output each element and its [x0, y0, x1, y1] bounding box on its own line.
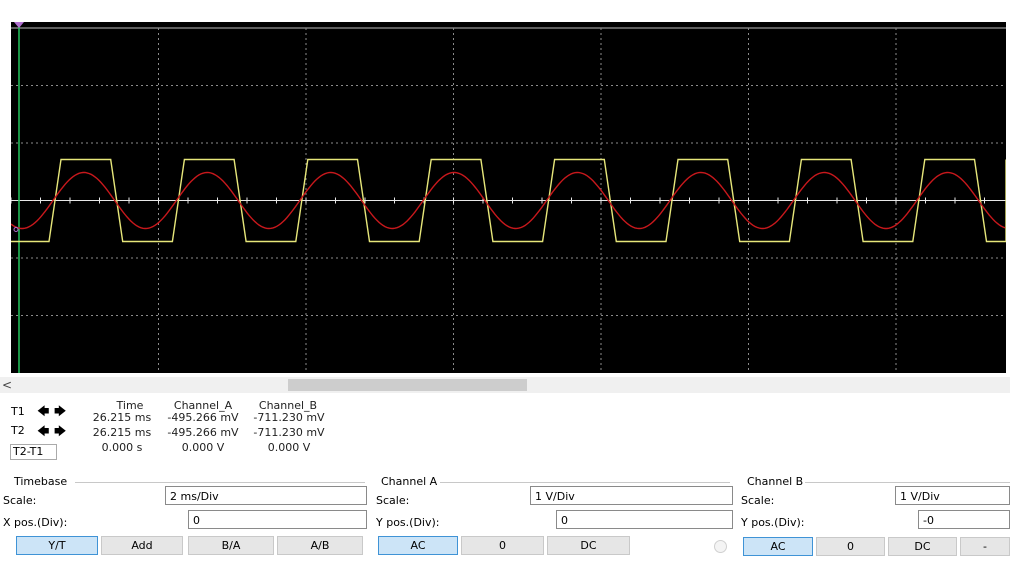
t2-time: 26.215 ms — [92, 426, 152, 439]
channel-a-scale-label: Scale: — [376, 494, 410, 507]
oscilloscope-screen — [11, 22, 1006, 373]
yt-button[interactable]: Y/T — [16, 536, 98, 555]
trigger-marker-icon — [13, 227, 19, 232]
channel-a-zero-button[interactable]: 0 — [461, 536, 544, 555]
t2-t1-label: T2-T1 — [13, 445, 44, 458]
timebase-scale-label: Scale: — [3, 494, 37, 507]
channel-b-ypos-field[interactable]: -0 — [918, 510, 1010, 529]
channel-b-scale-field[interactable]: 1 V/Div — [895, 486, 1010, 505]
channel-b-scale-label: Scale: — [741, 494, 775, 507]
channel-b-zero-button[interactable]: 0 — [816, 537, 885, 556]
cursor-t1-marker-icon — [14, 22, 24, 28]
t2-channel-b: -711.230 mV — [253, 426, 325, 439]
channel-b-title: Channel B — [747, 475, 804, 488]
t1-label: T1 — [11, 405, 25, 418]
channel-b-ac-button[interactable]: AC — [743, 537, 813, 556]
scroll-left-arrow-icon[interactable]: < — [2, 377, 16, 393]
channel-a-dc-button[interactable]: DC — [547, 536, 630, 555]
timebase-title: Timebase — [14, 475, 68, 488]
channel-b-divider — [805, 482, 1010, 483]
a-over-b-button[interactable]: A/B — [277, 536, 363, 555]
channel-b-dc-button[interactable]: DC — [888, 537, 957, 556]
channel-a-scale-field[interactable]: 1 V/Div — [530, 486, 733, 505]
channel-a-ypos-label: Y pos.(Div): — [376, 516, 440, 529]
b-over-a-button[interactable]: B/A — [188, 536, 274, 555]
t2-t1-channel-a: 0.000 V — [181, 441, 225, 454]
waveform-display — [11, 22, 1006, 373]
t1-time: 26.215 ms — [92, 411, 152, 424]
t2-channel-a: -495.266 mV — [167, 426, 239, 439]
channel-a-ac-button[interactable]: AC — [378, 536, 458, 555]
t1-channel-a: -495.266 mV — [167, 411, 239, 424]
channel-a-title: Channel A — [381, 475, 438, 488]
t2-t1-time: 0.000 s — [101, 441, 143, 454]
t2-label: T2 — [11, 424, 25, 437]
t2-right-arrow-icon[interactable]: 🡆 — [54, 425, 66, 437]
t2-left-arrow-icon[interactable]: 🡄 — [37, 425, 49, 437]
add-button[interactable]: Add — [101, 536, 183, 555]
scroll-thumb[interactable] — [288, 379, 527, 391]
horizontal-scrollbar[interactable]: < — [0, 377, 1010, 393]
timebase-xpos-label: X pos.(Div): — [3, 516, 68, 529]
t1-channel-b: -711.230 mV — [253, 411, 325, 424]
t1-left-arrow-icon[interactable]: 🡄 — [37, 405, 49, 417]
timebase-scale-field[interactable]: 2 ms/Div — [165, 486, 367, 505]
t2-t1-channel-b: 0.000 V — [267, 441, 311, 454]
channel-b-ypos-label: Y pos.(Div): — [741, 516, 805, 529]
channel-a-ypos-field[interactable]: 0 — [556, 510, 733, 529]
channel-b-ext-button[interactable]: - — [960, 537, 1010, 556]
channel-a-radio[interactable] — [714, 540, 727, 553]
channel-a-divider — [440, 482, 730, 483]
timebase-divider — [75, 482, 365, 483]
timebase-xpos-field[interactable]: 0 — [188, 510, 367, 529]
t1-right-arrow-icon[interactable]: 🡆 — [54, 405, 66, 417]
